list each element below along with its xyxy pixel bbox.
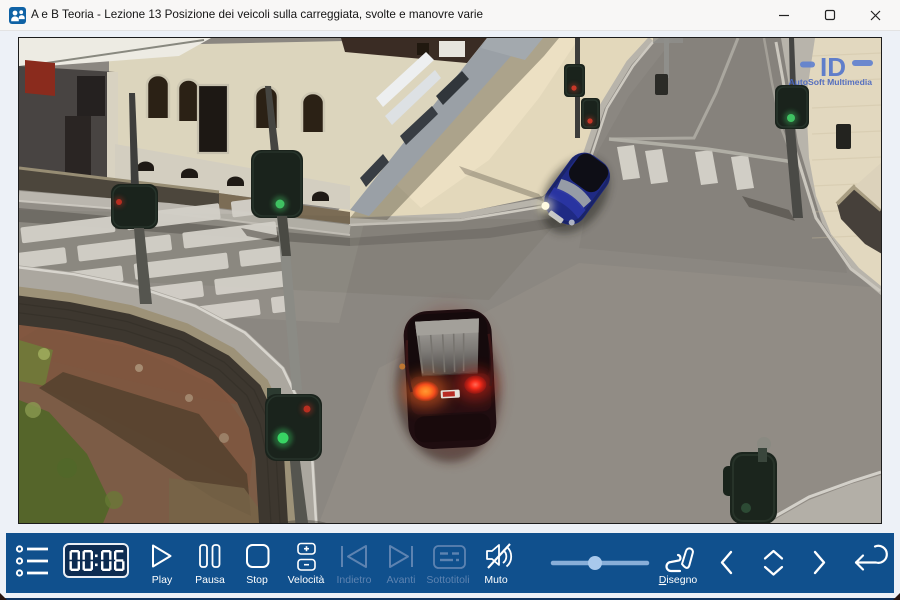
svg-text:Muto: Muto — [484, 574, 508, 586]
svg-text:Stop: Stop — [246, 574, 268, 586]
svg-text:Sottotitoli: Sottotitoli — [426, 574, 469, 586]
svg-text:Play: Play — [152, 574, 173, 586]
svg-text:Indietro: Indietro — [336, 574, 371, 586]
svg-text:AutoSoft Multimedia: AutoSoft Multimedia — [788, 77, 872, 87]
svg-text:Velocità: Velocità — [288, 574, 325, 586]
svg-text:Pausa: Pausa — [195, 574, 225, 586]
svg-text:Disegno: Disegno — [659, 574, 698, 586]
svg-text:Avanti: Avanti — [387, 574, 416, 586]
